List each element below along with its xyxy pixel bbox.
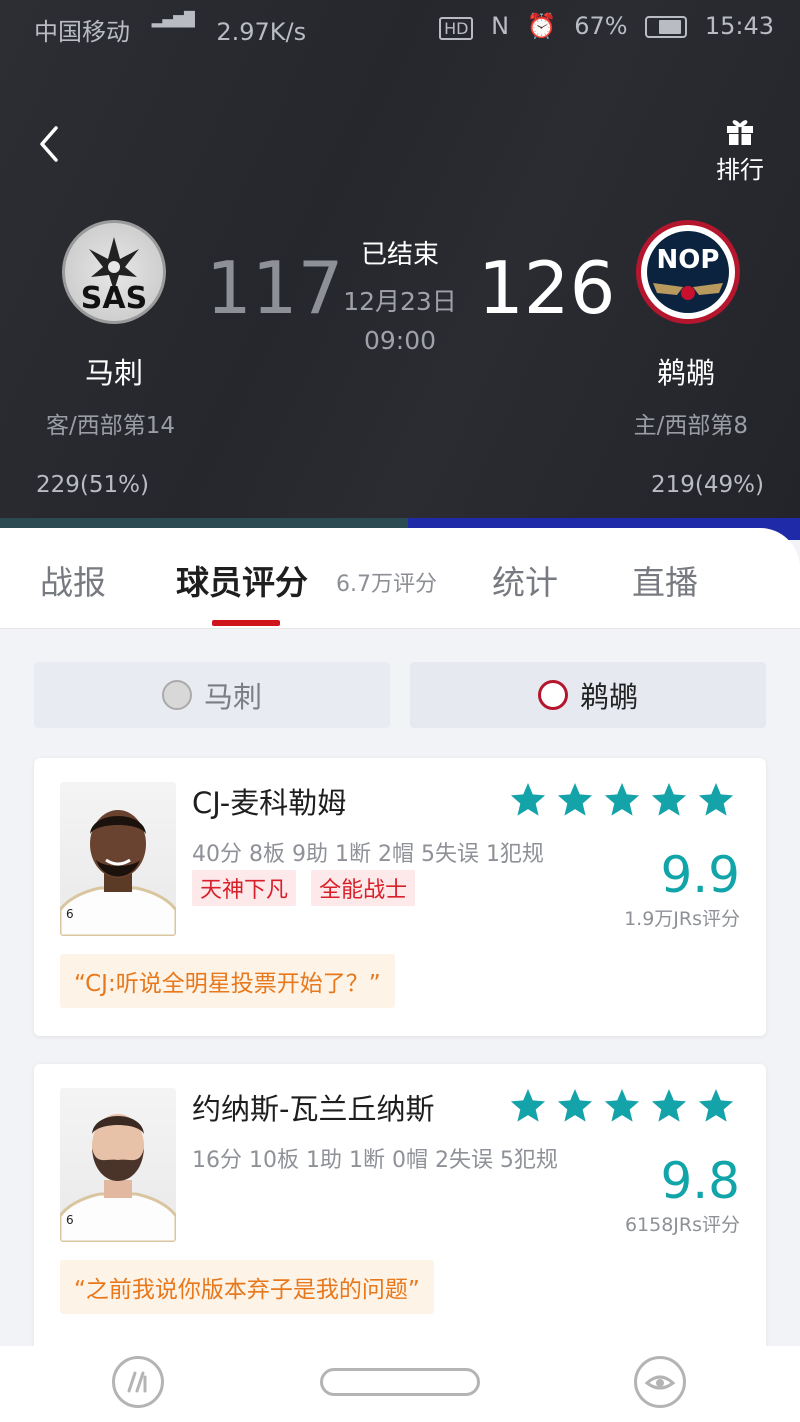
tab-live[interactable]: 直播 <box>632 556 698 604</box>
spurs-mini-logo-icon <box>161 680 192 710</box>
star-rating[interactable] <box>510 780 736 824</box>
away-team-name: 马刺 <box>84 356 143 390</box>
tab-player-ratings[interactable]: 球员评分 <box>176 556 308 604</box>
home-team-rank: 主/西部第8 <box>633 413 748 439</box>
home-logo-text: NOP <box>656 245 720 275</box>
player-quote[interactable]: “CJ:听说全明星投票开始了？” <box>60 954 395 1008</box>
team-switch-home-label: 鹈鹕 <box>579 680 638 714</box>
app-switch-icon <box>127 1371 147 1393</box>
status-bar: 中国移动 ▂▄▆█ 2.97K/s HD N ⏰ 67% 15:43 <box>0 0 800 56</box>
player-quote[interactable]: “之前我说你版本弃子是我的问题” <box>60 1260 434 1314</box>
active-tab-indicator <box>212 620 280 626</box>
player-stats: 40分 8板 9助 1断 2帽 5失误 1犯规 <box>192 842 544 867</box>
player-rating-score: 9.9 <box>660 846 740 904</box>
home-support-vote: 219(49%) <box>651 472 764 498</box>
player-name: 约纳斯-瓦兰丘纳斯 <box>192 1092 435 1126</box>
pelicans-wings-icon <box>653 283 723 300</box>
home-gesture-button[interactable] <box>320 1368 480 1396</box>
signal-icon: ▂▄▆█ <box>151 12 195 28</box>
rating-vote-count: 6158JRs评分 <box>624 1214 740 1236</box>
star-icon[interactable] <box>698 783 734 816</box>
away-support-vote: 229(51%) <box>36 472 149 498</box>
star-icon[interactable] <box>651 1089 687 1122</box>
home-score: 126 <box>478 246 616 330</box>
player-tags: 天神下凡 全能战士 <box>192 870 425 906</box>
player-rating-score: 9.8 <box>660 1152 740 1210</box>
tab-report[interactable]: 战报 <box>40 556 106 604</box>
team-switch-away[interactable]: 马刺 <box>34 662 390 728</box>
match-status: 已结束 <box>360 240 439 270</box>
team-switch-away-label: 马刺 <box>203 680 262 714</box>
assist-button[interactable] <box>634 1356 686 1408</box>
back-button[interactable] <box>36 124 76 172</box>
away-team-rank: 客/西部第14 <box>46 413 176 439</box>
player-photo-icon: 6 <box>60 1114 176 1242</box>
alarm-icon: ⏰ <box>526 12 557 40</box>
star-icon[interactable] <box>557 783 593 816</box>
rating-vote-count: 1.9万JRs评分 <box>624 908 740 930</box>
player-avatar: 6 <box>60 1088 176 1242</box>
player-stats: 16分 10板 1助 1断 0帽 2失误 5犯规 <box>192 1148 558 1173</box>
player-tag: 全能战士 <box>311 870 416 906</box>
ranking-button[interactable]: 排行 <box>706 116 774 185</box>
star-icon[interactable] <box>557 1089 593 1122</box>
back-chevron-icon <box>40 126 58 162</box>
game-header: 中国移动 ▂▄▆█ 2.97K/s HD N ⏰ 67% 15:43 排行 SA… <box>0 0 800 540</box>
battery-icon <box>645 16 688 38</box>
clock: 15:43 <box>704 12 774 40</box>
star-icon[interactable] <box>604 783 640 816</box>
player-name: CJ-麦科勒姆 <box>192 786 347 820</box>
away-team-logo[interactable]: SAS <box>62 220 166 324</box>
match-date: 12月23日 <box>343 287 457 316</box>
pelicans-mini-logo-icon <box>537 680 568 710</box>
carrier-label: 中国移动 <box>34 18 130 46</box>
star-icon[interactable] <box>698 1089 734 1122</box>
star-icon[interactable] <box>510 783 546 816</box>
ratings-count: 6.7万评分 <box>336 572 437 597</box>
network-speed: 2.97K/s <box>216 18 307 46</box>
nfc-icon: N <box>491 12 510 40</box>
player-photo-icon: 6 <box>60 810 176 936</box>
star-rating[interactable] <box>510 1086 736 1130</box>
jersey-number: 6 <box>66 1213 74 1227</box>
home-team-logo[interactable]: NOP <box>636 220 740 324</box>
player-tag: 天神下凡 <box>192 870 297 906</box>
star-icon[interactable] <box>604 1089 640 1122</box>
player-avatar: 6 <box>60 782 176 936</box>
star-icon[interactable] <box>651 783 687 816</box>
tab-stats[interactable]: 统计 <box>492 556 558 604</box>
gift-icon <box>727 120 753 145</box>
star-icon[interactable] <box>510 1089 546 1122</box>
hd-icon: HD <box>439 17 474 40</box>
player-card[interactable]: 6 约纳斯-瓦兰丘纳斯 16分 10板 1助 1断 0帽 2失误 5犯规 9.8… <box>34 1064 766 1354</box>
system-nav-bar <box>0 1346 800 1422</box>
eye-assist-icon <box>644 1375 676 1390</box>
away-logo-text: SAS <box>80 281 148 316</box>
home-team-name: 鹈鹕 <box>656 356 715 390</box>
ranking-label: 排行 <box>716 156 764 184</box>
away-score: 117 <box>206 246 344 330</box>
player-card[interactable]: 6 CJ-麦科勒姆 40分 8板 9助 1断 2帽 5失误 1犯规 天神下凡 全… <box>34 758 766 1036</box>
jersey-number: 6 <box>66 907 74 921</box>
tab-bar: 战报 球员评分 6.7万评分 统计 直播 <box>0 528 800 629</box>
battery-percent: 67% <box>574 12 628 40</box>
app-switch-button[interactable] <box>112 1356 164 1408</box>
team-switch-home[interactable]: 鹈鹕 <box>410 662 766 728</box>
match-time: 09:00 <box>363 326 437 355</box>
